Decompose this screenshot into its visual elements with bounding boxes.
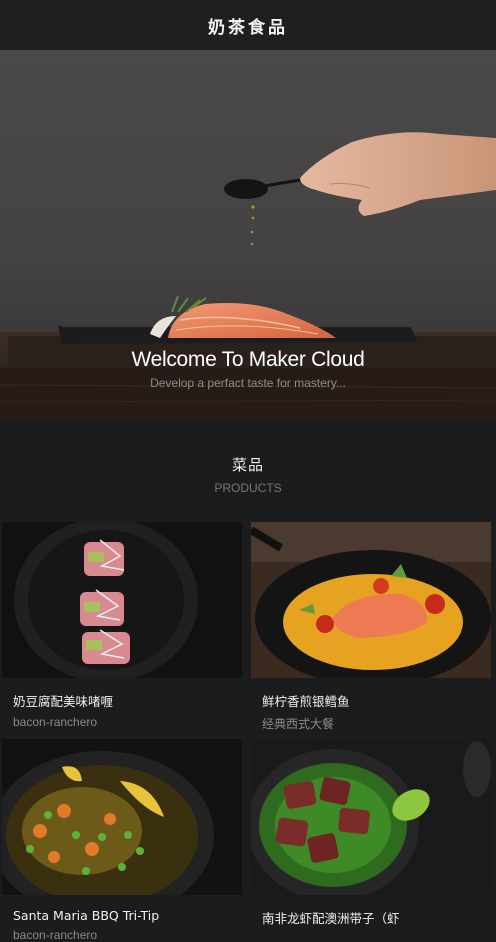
product-desc: bacon-ranchero (13, 715, 98, 729)
product-card[interactable]: 鲜柠香煎银鳕鱼 经典西式大餐 (251, 522, 491, 732)
product-photo[interactable] (2, 739, 242, 895)
hero-title: Welcome To Maker Cloud (131, 348, 365, 371)
product-desc: 经典西式大餐 (262, 717, 335, 731)
product-card[interactable]: 南非龙虾配澳洲带子（虾 (251, 739, 491, 932)
product-card[interactable]: 奶豆腐配美味啫喱 bacon-ranchero (2, 522, 242, 729)
top-bar: 奶茶食品 (0, 0, 496, 50)
product-desc: bacon-ranchero (13, 928, 98, 942)
product-card[interactable]: Santa Maria BBQ Tri-Tip bacon-ranchero (2, 739, 242, 942)
product-name[interactable]: 鲜柠香煎银鳕鱼 (251, 691, 491, 710)
section-subtitle: PRODUCTS (214, 481, 282, 495)
hero-banner: Welcome To Maker Cloud Develop a perfact… (0, 50, 496, 420)
product-name[interactable]: 奶豆腐配美味啫喱 (2, 691, 242, 710)
product-name[interactable]: 南非龙虾配澳洲带子（虾 (251, 908, 491, 927)
hero-subtitle: Develop a perfact taste for mastery... (150, 376, 346, 390)
product-name[interactable]: Santa Maria BBQ Tri-Tip (2, 908, 242, 923)
product-photo[interactable] (2, 522, 242, 678)
section-title: 菜品 (231, 456, 264, 474)
product-photo[interactable] (251, 522, 491, 678)
product-photo[interactable] (251, 739, 491, 895)
brand-title: 奶茶食品 (208, 17, 288, 38)
products-section-header: 菜品 PRODUCTS (0, 454, 496, 495)
